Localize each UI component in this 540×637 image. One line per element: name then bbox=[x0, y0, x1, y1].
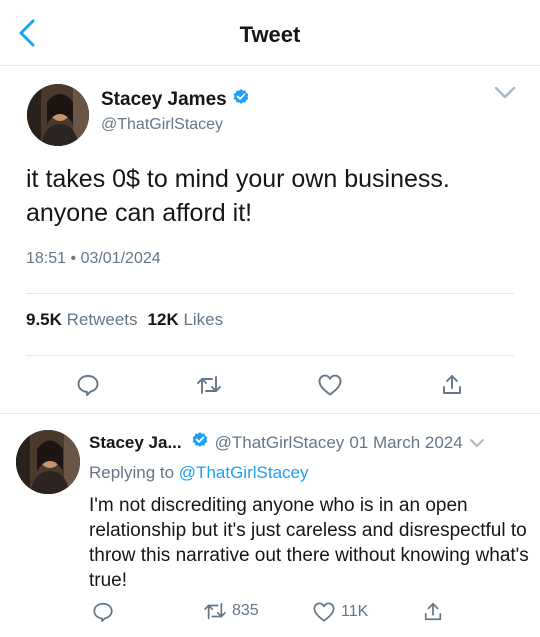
tweet-date: 03/01/2024 bbox=[80, 250, 161, 267]
heart-icon bbox=[318, 374, 342, 396]
retweet-icon bbox=[204, 602, 226, 620]
tweet-actions bbox=[0, 368, 540, 404]
reply-text: I'm not discrediting anyone who is in an… bbox=[89, 495, 529, 591]
chevron-down-icon bbox=[469, 438, 484, 447]
verified-badge-icon bbox=[191, 431, 209, 454]
speech-bubble-icon bbox=[77, 375, 99, 396]
likes-stat[interactable]: 12K Likes bbox=[148, 310, 224, 330]
reply-date: 01 March 2024 bbox=[349, 432, 463, 452]
retweets-stat[interactable]: 9.5K Retweets bbox=[26, 310, 138, 330]
page-title: Tweet bbox=[239, 22, 301, 47]
tweet-stats: 9.5K Retweets 12K Likes bbox=[26, 310, 233, 330]
reply-actions: 835 11K bbox=[0, 601, 540, 631]
divider bbox=[26, 293, 514, 294]
speech-bubble-icon bbox=[93, 602, 113, 623]
tweet-time: 18:51 bbox=[26, 250, 67, 267]
meta-separator: • bbox=[70, 250, 77, 267]
tweet-text-line: it takes 0$ to mind your own business. bbox=[26, 165, 450, 193]
reply-like-count: 11K bbox=[341, 603, 369, 620]
author-row: Stacey James bbox=[101, 88, 250, 111]
tweet-text-line: anyone can afford it! bbox=[26, 199, 253, 227]
nav-header: Tweet bbox=[0, 0, 540, 66]
share-icon bbox=[424, 602, 442, 621]
reply-button[interactable] bbox=[71, 368, 105, 402]
more-options-button[interactable] bbox=[494, 86, 516, 105]
likes-count: 12K bbox=[147, 310, 179, 329]
reply-tweet[interactable]: Stacey Ja... @ThatGirlStacey 01 March 20… bbox=[0, 415, 540, 637]
reply-retweet-count: 835 bbox=[232, 602, 259, 619]
retweet-button[interactable] bbox=[192, 368, 226, 402]
reply-header: Stacey Ja... @ThatGirlStacey 01 March 20… bbox=[89, 431, 530, 454]
share-icon bbox=[443, 375, 461, 394]
verified-badge-icon bbox=[232, 88, 250, 111]
avatar[interactable] bbox=[16, 430, 80, 494]
main-tweet: Stacey James @ThatGirlStacey it takes 0$… bbox=[0, 66, 540, 414]
chevron-down-icon bbox=[494, 86, 516, 99]
reply-author-name[interactable]: Stacey Ja... bbox=[89, 433, 182, 453]
likes-label: Likes bbox=[183, 310, 224, 329]
retweet-icon bbox=[197, 376, 221, 394]
reply-retweet-button[interactable]: 835 bbox=[203, 601, 259, 621]
divider bbox=[26, 355, 514, 356]
share-button[interactable] bbox=[435, 368, 469, 402]
author-handle[interactable]: @ThatGirlStacey bbox=[101, 116, 223, 134]
replying-to: Replying to @ThatGirlStacey bbox=[89, 463, 308, 483]
like-button[interactable] bbox=[313, 368, 347, 402]
reply-like-button[interactable]: 11K bbox=[312, 601, 368, 623]
reply-more-options-button[interactable] bbox=[469, 433, 485, 453]
reply-reply-button[interactable] bbox=[92, 601, 114, 623]
tweet-text: it takes 0$ to mind your own business. a… bbox=[26, 162, 516, 230]
author-name[interactable]: Stacey James bbox=[101, 89, 227, 111]
reply-share-button[interactable] bbox=[423, 601, 443, 623]
replying-to-label: Replying to bbox=[89, 463, 175, 482]
retweets-label: Retweets bbox=[66, 310, 138, 329]
retweets-count: 9.5K bbox=[26, 310, 62, 329]
replying-to-handle[interactable]: @ThatGirlStacey bbox=[179, 463, 309, 482]
reply-author-handle[interactable]: @ThatGirlStacey bbox=[215, 433, 345, 453]
heart-icon bbox=[313, 602, 335, 622]
tweet-timestamp: 18:51 • 03/01/2024 bbox=[26, 250, 161, 268]
avatar[interactable] bbox=[27, 84, 89, 146]
